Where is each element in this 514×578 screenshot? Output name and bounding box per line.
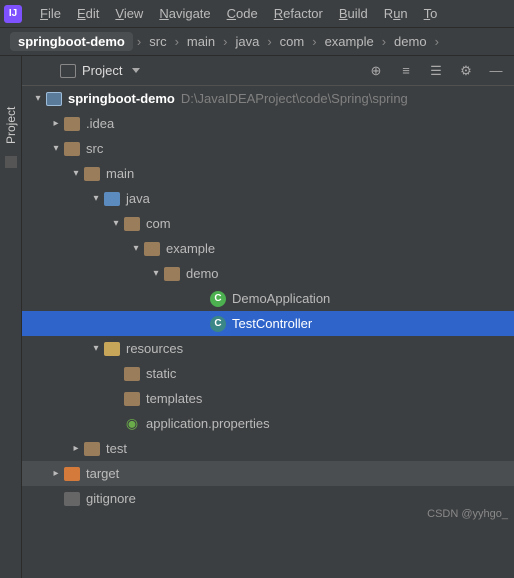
tree-class-file-selected[interactable]: C TestController bbox=[22, 311, 514, 336]
tree-root[interactable]: ▾ springboot-demo D:\JavaIDEAProject\cod… bbox=[22, 86, 514, 111]
chevron-down-icon[interactable]: ▾ bbox=[150, 268, 162, 279]
chevron-right-icon[interactable]: ▸ bbox=[50, 118, 62, 129]
breadcrumb-item[interactable]: src bbox=[145, 32, 170, 51]
chevron-down-icon[interactable]: ▾ bbox=[130, 243, 142, 254]
chevron-right-icon: › bbox=[223, 34, 227, 49]
menu-tools[interactable]: To bbox=[416, 2, 446, 25]
chevron-down-icon[interactable]: ▾ bbox=[90, 343, 102, 354]
module-icon bbox=[46, 92, 62, 106]
tree-folder-src[interactable]: ▾ src bbox=[22, 136, 514, 161]
class-icon: C bbox=[210, 316, 226, 332]
collapse-all-icon[interactable]: ☰ bbox=[428, 63, 444, 79]
folder-icon bbox=[124, 392, 140, 406]
project-view-label[interactable]: Project bbox=[82, 63, 122, 78]
menu-code[interactable]: Code bbox=[219, 2, 266, 25]
chevron-down-icon[interactable]: ▾ bbox=[50, 143, 62, 154]
tree-folder-java[interactable]: ▾ java bbox=[22, 186, 514, 211]
tree-package[interactable]: ▾ demo bbox=[22, 261, 514, 286]
breadcrumb-item[interactable]: com bbox=[276, 32, 309, 51]
tree-folder[interactable]: ▾ main bbox=[22, 161, 514, 186]
menu-run[interactable]: Run bbox=[376, 2, 416, 25]
excluded-folder-icon bbox=[64, 467, 80, 481]
app-logo-icon: IJ bbox=[4, 5, 22, 23]
menu-refactor[interactable]: Refactor bbox=[266, 2, 331, 25]
project-toolbar: Project ⊕ ≡ ☰ ⚙ — bbox=[22, 56, 514, 86]
chevron-right-icon: › bbox=[312, 34, 316, 49]
folder-icon bbox=[64, 117, 80, 131]
menu-navigate[interactable]: Navigate bbox=[151, 2, 218, 25]
source-folder-icon bbox=[104, 192, 120, 206]
tree-folder-target[interactable]: ▸ target bbox=[22, 461, 514, 486]
chevron-down-icon[interactable]: ▾ bbox=[110, 218, 122, 229]
hide-icon[interactable]: — bbox=[488, 63, 504, 79]
resources-folder-icon bbox=[104, 342, 120, 356]
tree-folder[interactable]: ▸ templates bbox=[22, 386, 514, 411]
file-icon bbox=[64, 492, 80, 506]
chevron-down-icon[interactable]: ▾ bbox=[32, 93, 44, 104]
chevron-down-icon[interactable]: ▾ bbox=[70, 168, 82, 179]
menu-build[interactable]: Build bbox=[331, 2, 376, 25]
properties-icon: ◉ bbox=[124, 416, 140, 432]
tree-folder[interactable]: ▸ test bbox=[22, 436, 514, 461]
runnable-class-icon: C bbox=[210, 291, 226, 307]
chevron-right-icon: › bbox=[267, 34, 271, 49]
locate-icon[interactable]: ⊕ bbox=[368, 63, 384, 79]
chevron-right-icon[interactable]: ▸ bbox=[50, 468, 62, 479]
breadcrumb: springboot-demo › src › main › java › co… bbox=[0, 28, 514, 56]
folder-icon bbox=[84, 442, 100, 456]
package-icon bbox=[124, 217, 140, 231]
package-icon bbox=[164, 267, 180, 281]
project-tree: ▾ springboot-demo D:\JavaIDEAProject\cod… bbox=[22, 86, 514, 522]
menu-edit[interactable]: Edit bbox=[69, 2, 107, 25]
chevron-down-icon[interactable]: ▾ bbox=[90, 193, 102, 204]
chevron-right-icon[interactable]: ▸ bbox=[70, 443, 82, 454]
chevron-right-icon: › bbox=[435, 34, 439, 49]
folder-icon bbox=[64, 142, 80, 156]
menu-view[interactable]: View bbox=[107, 2, 151, 25]
side-tab-project[interactable]: Project bbox=[4, 107, 18, 144]
breadcrumb-item[interactable]: demo bbox=[390, 32, 431, 51]
tree-file-properties[interactable]: ▸ ◉ application.properties bbox=[22, 411, 514, 436]
tree-package[interactable]: ▾ com bbox=[22, 211, 514, 236]
tree-package[interactable]: ▾ example bbox=[22, 236, 514, 261]
main-menu-bar: IJ File Edit View Navigate Code Refactor… bbox=[0, 0, 514, 28]
chevron-right-icon: › bbox=[382, 34, 386, 49]
folder-icon bbox=[84, 167, 100, 181]
breadcrumb-item[interactable]: example bbox=[321, 32, 378, 51]
package-icon bbox=[144, 242, 160, 256]
breadcrumb-item[interactable]: java bbox=[231, 32, 263, 51]
tree-class-file[interactable]: C DemoApplication bbox=[22, 286, 514, 311]
watermark: CSDN @yyhgo_ bbox=[427, 508, 508, 520]
breadcrumb-root[interactable]: springboot-demo bbox=[10, 32, 133, 51]
chevron-right-icon: › bbox=[137, 34, 141, 49]
breadcrumb-item[interactable]: main bbox=[183, 32, 219, 51]
tree-folder[interactable]: ▸ .idea bbox=[22, 111, 514, 136]
structure-icon[interactable] bbox=[5, 156, 17, 168]
tree-folder[interactable]: ▸ static bbox=[22, 361, 514, 386]
menu-file[interactable]: File bbox=[32, 2, 69, 25]
dropdown-arrow-icon[interactable] bbox=[132, 68, 140, 73]
chevron-right-icon: › bbox=[175, 34, 179, 49]
project-view-icon bbox=[60, 64, 76, 78]
tree-folder-resources[interactable]: ▾ resources bbox=[22, 336, 514, 361]
expand-all-icon[interactable]: ≡ bbox=[398, 63, 414, 79]
gear-icon[interactable]: ⚙ bbox=[458, 63, 474, 79]
folder-icon bbox=[124, 367, 140, 381]
side-tool-strip: Project bbox=[0, 56, 22, 578]
